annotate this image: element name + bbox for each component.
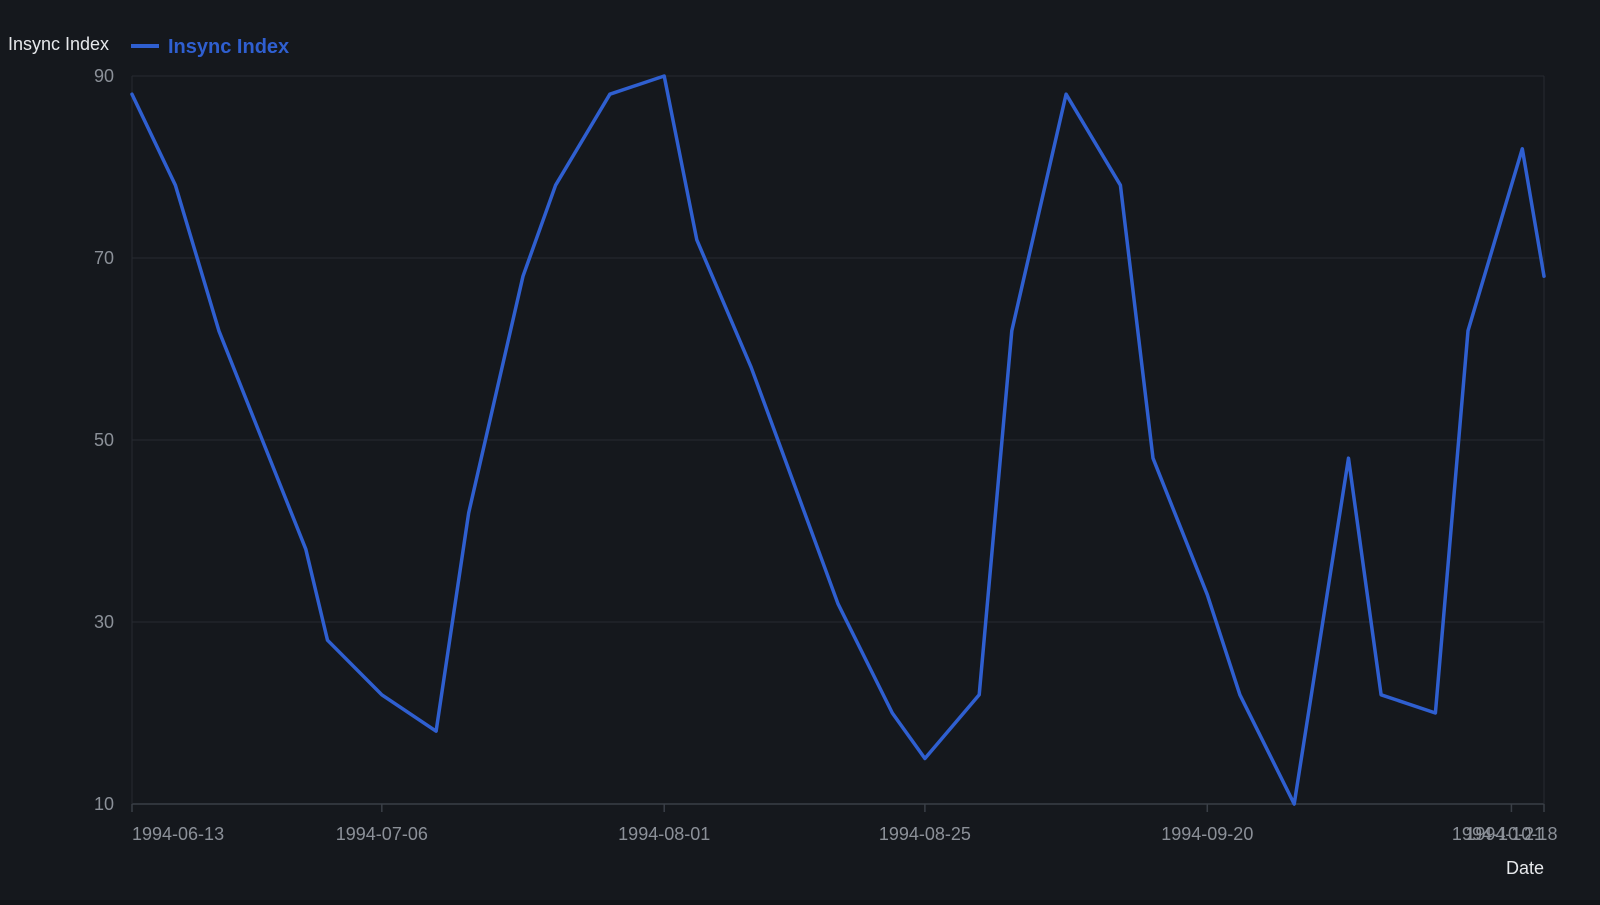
x-tick-label-1994-08-01: 1994-08-01 bbox=[618, 824, 710, 844]
y-tick-label-50: 50 bbox=[94, 430, 114, 450]
x-tick-label-1994-09-20: 1994-09-20 bbox=[1161, 824, 1253, 844]
x-tick-label-1994-07-06: 1994-07-06 bbox=[336, 824, 428, 844]
x-tick-label-1994-06-13: 1994-06-13 bbox=[132, 824, 224, 844]
y-tick-label-30: 30 bbox=[94, 612, 114, 632]
chart-background bbox=[0, 0, 1600, 900]
y-tick-label-10: 10 bbox=[94, 794, 114, 814]
legend-item-insync-index: Insync Index bbox=[168, 36, 289, 58]
line-chart: 10 30 50 70 90 1994-06-13 1994-07-06 1994-08-01… bbox=[0, 0, 1600, 900]
y-tick-label-70: 70 bbox=[94, 248, 114, 268]
y-axis-title: Insync Index bbox=[8, 34, 109, 54]
x-tick-label-1994-10-21: 1994-10-21 bbox=[1452, 824, 1544, 844]
chart-container: 10 30 50 70 90 1994-06-13 1994-07-06 1994-08-01… bbox=[0, 0, 1600, 900]
x-axis-title: Date bbox=[1506, 858, 1544, 878]
y-tick-label-90: 90 bbox=[94, 66, 114, 86]
x-tick-label-1994-08-25: 1994-08-25 bbox=[879, 824, 971, 844]
